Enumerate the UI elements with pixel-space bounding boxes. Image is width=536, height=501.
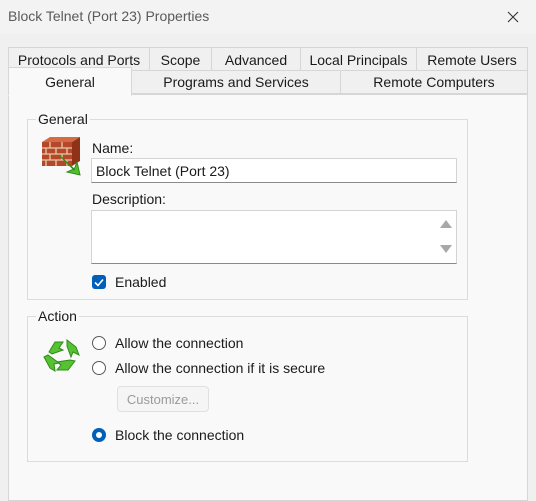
- scroll-down-icon[interactable]: [440, 245, 452, 254]
- tab-scope[interactable]: Scope: [149, 47, 212, 71]
- title-bar: Block Telnet (Port 23) Properties: [0, 0, 536, 34]
- tab-panel-general: General Name: Description: Enabled Actio…: [8, 94, 528, 501]
- tab-advanced[interactable]: Advanced: [211, 47, 301, 71]
- block-connection-label[interactable]: Block the connection: [115, 427, 244, 443]
- description-field[interactable]: [91, 210, 457, 264]
- allow-if-secure-label[interactable]: Allow the connection if it is secure: [115, 360, 325, 376]
- general-group-legend: General: [36, 111, 90, 127]
- firewall-rule-icon: [42, 137, 81, 176]
- window-title: Block Telnet (Port 23) Properties: [8, 8, 210, 24]
- close-button[interactable]: [490, 0, 536, 34]
- action-group: Action Allow the connection Allow the co…: [27, 308, 468, 462]
- action-group-legend: Action: [36, 308, 79, 324]
- name-label: Name:: [92, 140, 134, 156]
- close-icon: [507, 11, 519, 23]
- tab-general[interactable]: General: [8, 67, 132, 96]
- name-field[interactable]: [91, 158, 457, 183]
- radio-allow-if-secure[interactable]: [92, 361, 106, 375]
- enabled-label[interactable]: Enabled: [115, 274, 166, 290]
- radio-block-connection[interactable]: [92, 428, 106, 442]
- enabled-checkbox[interactable]: [92, 275, 106, 289]
- customize-button: Customize...: [117, 386, 209, 412]
- tab-remote-users[interactable]: Remote Users: [416, 47, 528, 71]
- tab-local-principals[interactable]: Local Principals: [300, 47, 417, 71]
- description-scrollbar[interactable]: [436, 211, 456, 263]
- tab-programs-and-services[interactable]: Programs and Services: [131, 70, 341, 94]
- tab-remote-computers[interactable]: Remote Computers: [340, 70, 528, 94]
- checkmark-icon: [94, 278, 104, 287]
- description-label: Description:: [92, 191, 166, 207]
- radio-allow-connection[interactable]: [92, 336, 106, 350]
- allow-connection-label[interactable]: Allow the connection: [115, 335, 243, 351]
- scroll-up-icon[interactable]: [440, 219, 452, 228]
- general-group: General Name: Description: Enabled: [27, 111, 468, 300]
- recycle-arrows-icon: [43, 338, 80, 372]
